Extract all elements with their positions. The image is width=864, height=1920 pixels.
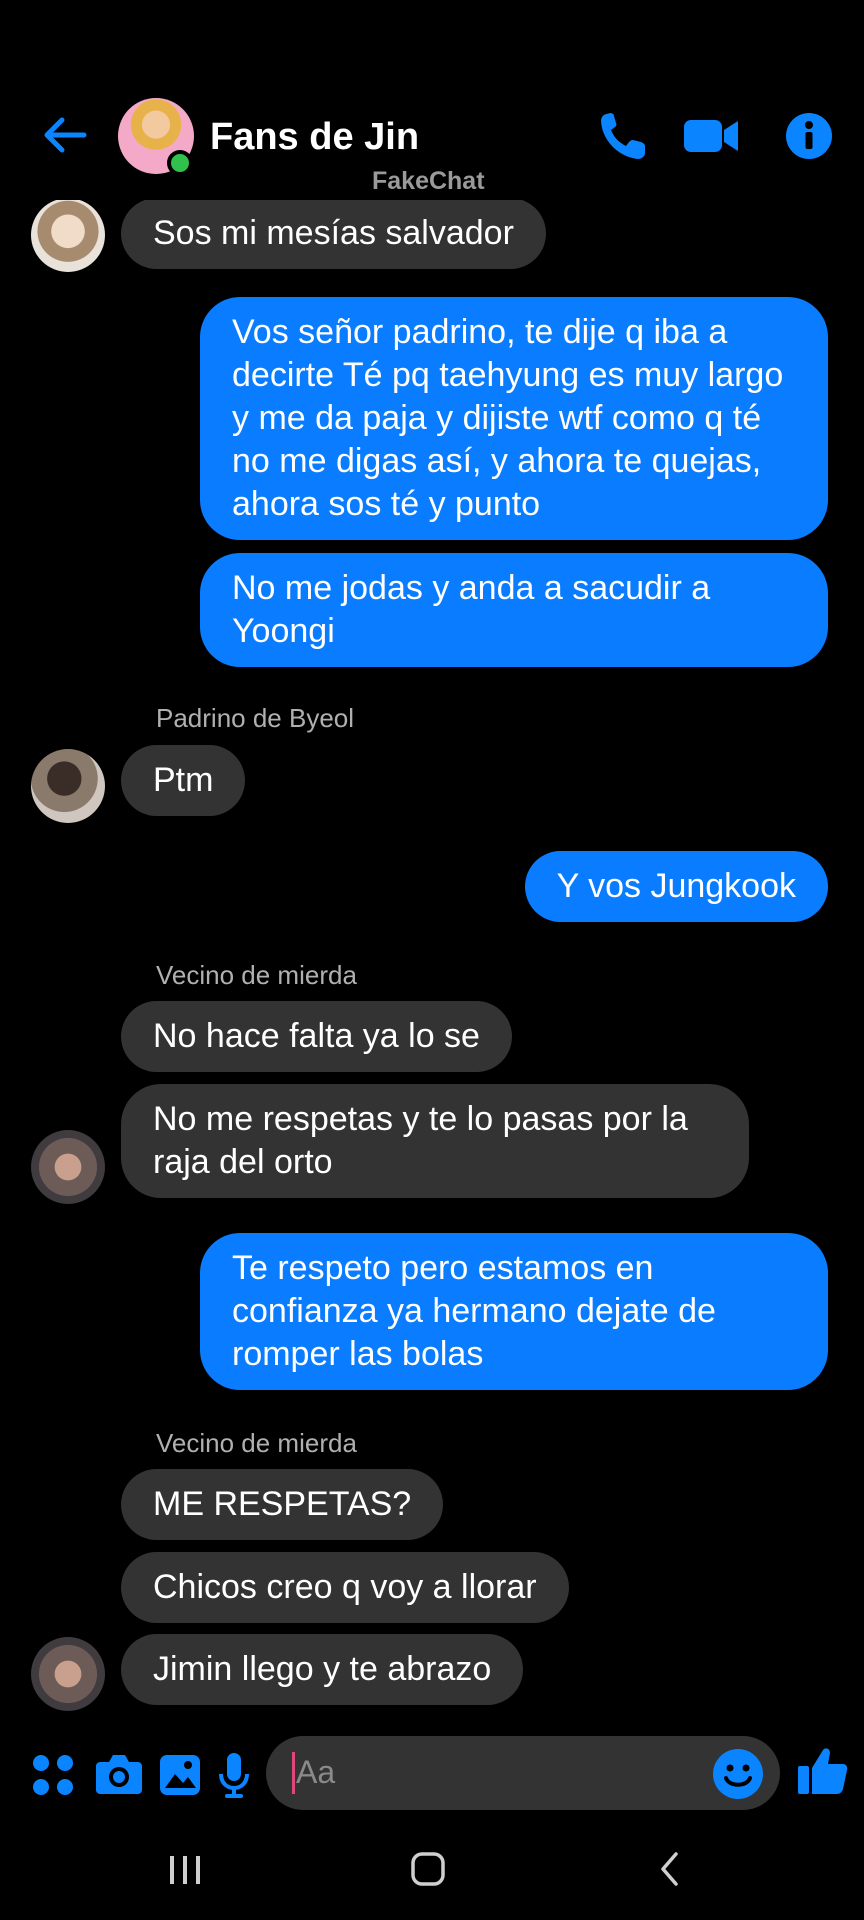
outgoing-message[interactable]: No me jodas y anda a sacudir a Yoongi bbox=[200, 553, 828, 667]
home-icon[interactable] bbox=[408, 1846, 448, 1892]
incoming-message[interactable]: ME RESPETAS? bbox=[121, 1469, 444, 1540]
sender-name: Padrino de Byeol bbox=[156, 703, 355, 733]
info-icon[interactable] bbox=[784, 110, 834, 162]
chat-header: Fans de Jin FakeChat bbox=[0, 0, 864, 200]
message-list: Sos mi mesías salvador Vos señor padrino… bbox=[0, 0, 864, 1720]
sender-avatar[interactable] bbox=[31, 1637, 105, 1711]
sender-avatar[interactable] bbox=[31, 749, 105, 823]
incoming-message[interactable]: No me respetas y te lo pasas por la raja… bbox=[121, 1084, 749, 1198]
gallery-icon[interactable] bbox=[157, 1746, 203, 1802]
microphone-icon[interactable] bbox=[216, 1746, 252, 1802]
recent-apps-icon[interactable] bbox=[164, 1846, 206, 1892]
message-input[interactable] bbox=[266, 1736, 780, 1810]
sender-avatar[interactable] bbox=[31, 1130, 105, 1204]
online-status-indicator bbox=[167, 150, 193, 176]
outgoing-message[interactable]: Vos señor padrino, te dije q iba a decir… bbox=[200, 297, 828, 540]
incoming-message[interactable]: Sos mi mesías salvador bbox=[121, 198, 546, 269]
sender-name: Vecino de mierda bbox=[156, 960, 357, 990]
chat-title[interactable]: Fans de Jin bbox=[210, 116, 419, 159]
camera-icon[interactable] bbox=[94, 1746, 144, 1802]
sender-avatar[interactable] bbox=[31, 198, 105, 272]
video-camera-icon[interactable] bbox=[682, 110, 740, 162]
outgoing-message[interactable]: Y vos Jungkook bbox=[524, 851, 828, 922]
incoming-message[interactable]: No hace falta ya lo se bbox=[121, 1001, 512, 1072]
message-input-placeholder: Aa bbox=[296, 1754, 336, 1790]
apps-icon[interactable] bbox=[30, 1746, 76, 1802]
incoming-message[interactable]: Chicos creo q voy a llorar bbox=[121, 1552, 569, 1623]
back-icon[interactable] bbox=[654, 1846, 686, 1892]
back-arrow-icon[interactable] bbox=[40, 110, 90, 160]
text-cursor bbox=[292, 1752, 295, 1794]
watermark-text: FakeChat bbox=[372, 167, 485, 195]
outgoing-message[interactable]: Te respeto pero estamos en confianza ya … bbox=[200, 1233, 828, 1390]
incoming-message[interactable]: Ptm bbox=[121, 745, 246, 816]
sender-name: Vecino de mierda bbox=[156, 1428, 357, 1458]
thumbs-up-icon[interactable] bbox=[796, 1744, 850, 1798]
incoming-message[interactable]: Jimin llego y te abrazo bbox=[121, 1634, 524, 1705]
emoji-icon[interactable] bbox=[712, 1748, 764, 1800]
phone-icon[interactable] bbox=[598, 110, 646, 162]
